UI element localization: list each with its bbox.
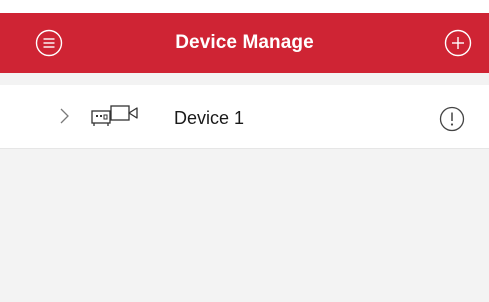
exclamation-circle-icon [439,106,465,132]
device-name: Device 1 [174,108,245,128]
list-top-spacer [0,73,489,85]
page-title: Device Manage [175,32,314,53]
device-list-item[interactable]: Device 1 [0,85,489,148]
header-bar: Device Manage [0,13,489,73]
empty-list-area [0,148,489,302]
device-manage-screen: Device Manage Device 1 [0,0,489,302]
dvr-device-icon [91,104,141,128]
status-bar-area [0,0,489,13]
device-status-button[interactable] [439,106,465,132]
chevron-right-icon[interactable] [58,107,70,125]
add-device-button[interactable] [444,29,472,57]
add-circle-icon [444,29,472,57]
